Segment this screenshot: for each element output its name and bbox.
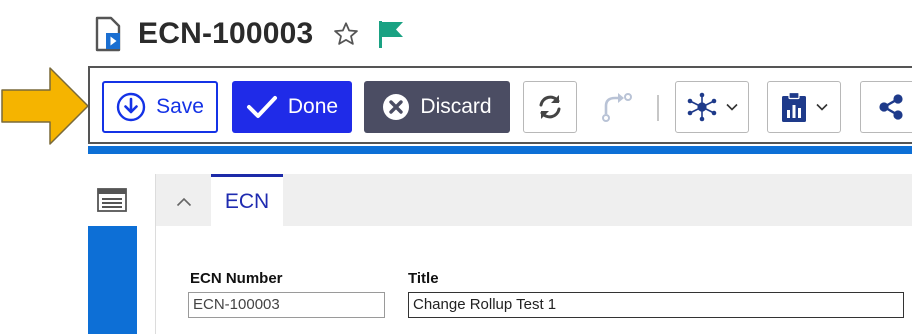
discard-label: Discard	[420, 95, 492, 118]
sidebar-rail	[88, 226, 137, 334]
done-label: Done	[287, 95, 339, 118]
toolbar-accent-bar	[88, 146, 912, 154]
title-row: ECN-100003	[92, 10, 912, 58]
done-button[interactable]: Done	[232, 81, 352, 133]
chevron-up-icon	[176, 197, 192, 207]
toolbar: Save Done Discard	[88, 66, 912, 144]
route-button[interactable]	[588, 81, 642, 133]
callout-arrow-icon	[1, 67, 89, 145]
form-panel: ECN ECN Number ECN-100003 Title Change R…	[155, 174, 912, 334]
report-icon	[782, 91, 806, 122]
network-menu-button[interactable]	[675, 81, 749, 133]
document-icon	[92, 14, 124, 54]
report-menu-button[interactable]	[767, 81, 841, 133]
flag-icon[interactable]	[373, 17, 407, 51]
refresh-button[interactable]	[523, 81, 577, 133]
save-icon	[116, 92, 146, 122]
title-label: Title	[408, 270, 439, 287]
toolbar-divider	[657, 95, 659, 121]
checkmark-icon	[246, 96, 277, 118]
chevron-down-icon	[726, 103, 738, 111]
refresh-icon	[539, 95, 561, 119]
star-icon[interactable]	[331, 19, 361, 49]
discard-button[interactable]: Discard	[364, 81, 510, 133]
close-circle-icon	[383, 94, 410, 120]
route-icon	[602, 93, 632, 122]
network-icon	[687, 92, 717, 122]
ecn-number-label: ECN Number	[190, 270, 283, 287]
title-field[interactable]: Change Rollup Test 1	[408, 292, 904, 318]
form-view-icon[interactable]	[96, 186, 128, 214]
tab-strip: ECN	[156, 174, 912, 226]
collapse-button[interactable]	[170, 188, 198, 216]
tab-ecn[interactable]: ECN	[211, 174, 283, 226]
save-button[interactable]: Save	[102, 81, 218, 133]
chevron-down-icon	[816, 103, 828, 111]
ecn-number-field[interactable]: ECN-100003	[188, 292, 385, 318]
share-button[interactable]	[860, 81, 912, 133]
page-title: ECN-100003	[138, 17, 314, 50]
share-icon	[878, 94, 903, 120]
save-label: Save	[156, 95, 204, 118]
